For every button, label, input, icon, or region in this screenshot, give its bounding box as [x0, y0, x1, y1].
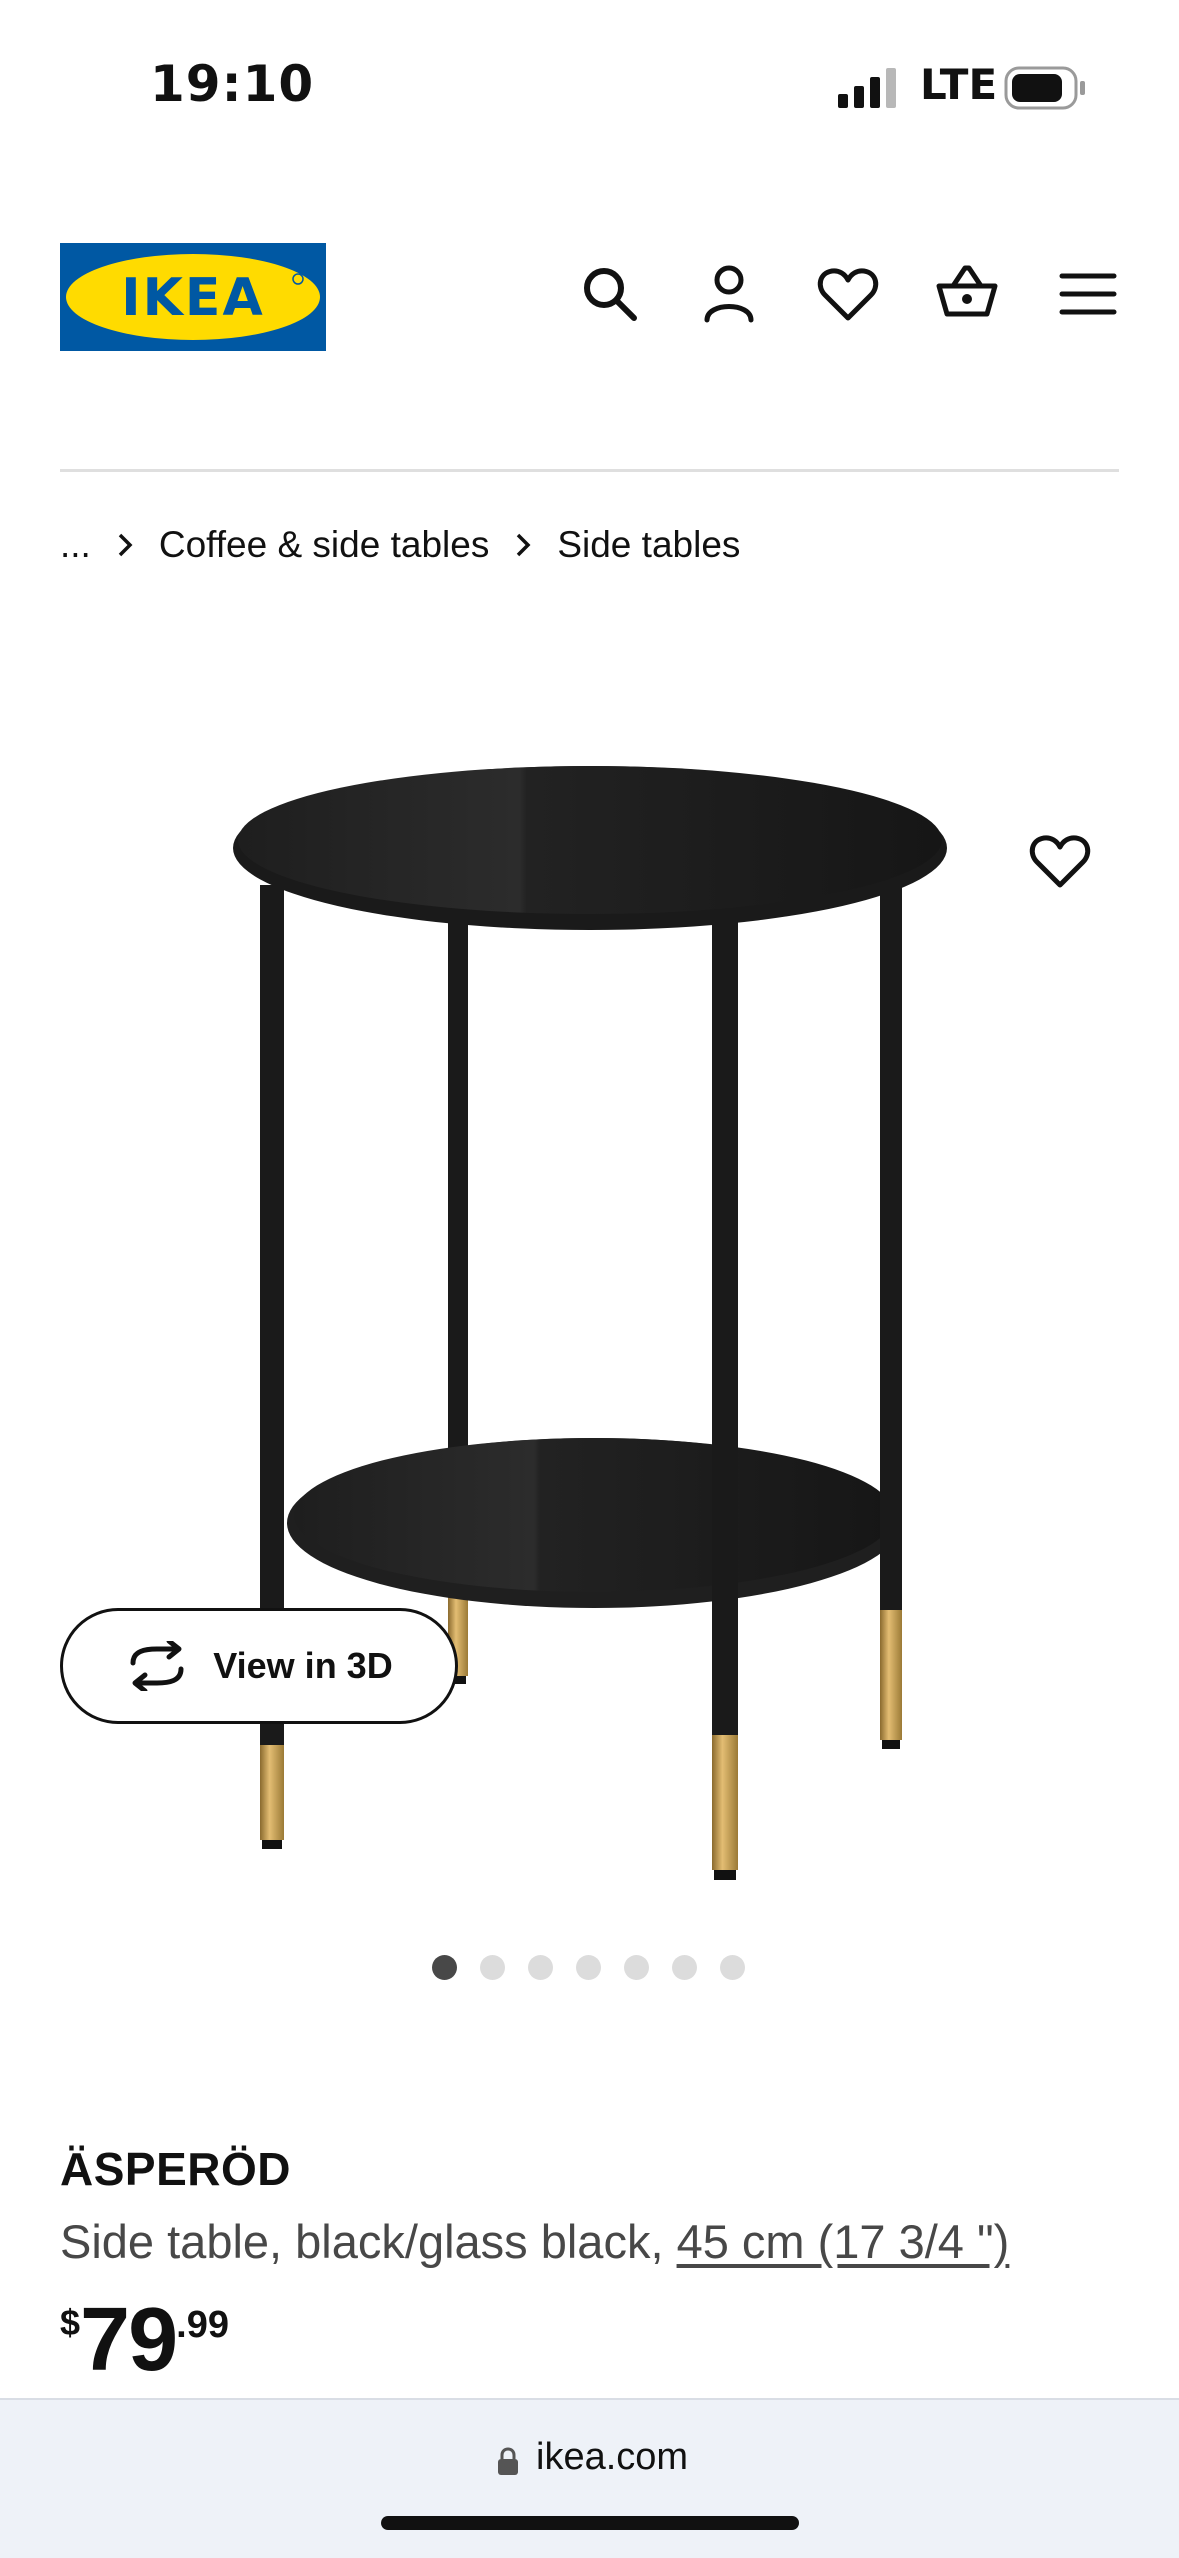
basket-icon[interactable]: [935, 262, 999, 326]
carousel-dot[interactable]: [432, 1955, 457, 1980]
breadcrumb: ... Coffee & side tables Side tables: [60, 520, 740, 570]
menu-icon[interactable]: [1056, 262, 1120, 326]
search-icon[interactable]: [578, 262, 642, 326]
lock-icon: [498, 2447, 518, 2475]
browser-url[interactable]: ikea.com: [536, 2436, 688, 2479]
price-decimal: .99: [176, 2304, 229, 2346]
battery-icon: [1004, 66, 1085, 110]
product-description-text: Side table, black/glass black,: [60, 2215, 677, 2268]
carousel-dot[interactable]: [672, 1955, 697, 1980]
product-price: $ 79 .99: [60, 2290, 229, 2390]
carousel-dot[interactable]: [528, 1955, 553, 1980]
chevron-right-icon: [105, 532, 145, 558]
status-time: 19:10: [150, 55, 315, 113]
signal-icon: [838, 68, 896, 108]
view-in-3d-label: View in 3D: [213, 1645, 393, 1686]
network-label: LTE: [920, 60, 998, 109]
header-divider: [60, 469, 1119, 472]
product-description: Side table, black/glass black, 45 cm (17…: [60, 2214, 1009, 2269]
breadcrumb-link-side-tables[interactable]: Side tables: [557, 524, 740, 566]
chevron-right-icon: [503, 532, 543, 558]
image-carousel-dots: [432, 1955, 745, 1980]
add-to-favourites-icon[interactable]: [1028, 829, 1092, 893]
breadcrumb-link-coffee-side-tables[interactable]: Coffee & side tables: [159, 524, 489, 566]
home-indicator[interactable]: [381, 2516, 799, 2530]
carousel-dot[interactable]: [720, 1955, 745, 1980]
price-integer: 79: [80, 2290, 178, 2390]
product-name: ÄSPERÖD: [60, 2143, 291, 2195]
carousel-dot[interactable]: [624, 1955, 649, 1980]
account-icon[interactable]: [697, 262, 761, 326]
product-size-link[interactable]: 45 cm (17 3/4 "): [677, 2215, 1010, 2268]
rotate-3d-icon: [130, 1641, 184, 1691]
price-currency: $: [60, 2302, 81, 2343]
view-in-3d-button[interactable]: View in 3D: [60, 1608, 458, 1724]
breadcrumb-ellipsis[interactable]: ...: [60, 524, 91, 566]
carousel-dot[interactable]: [480, 1955, 505, 1980]
heart-icon[interactable]: [816, 262, 880, 326]
product-image[interactable]: [200, 740, 980, 1900]
ikea-logo[interactable]: IKEA: [60, 243, 326, 351]
carousel-dot[interactable]: [576, 1955, 601, 1980]
logo-text: IKEA: [121, 268, 264, 328]
